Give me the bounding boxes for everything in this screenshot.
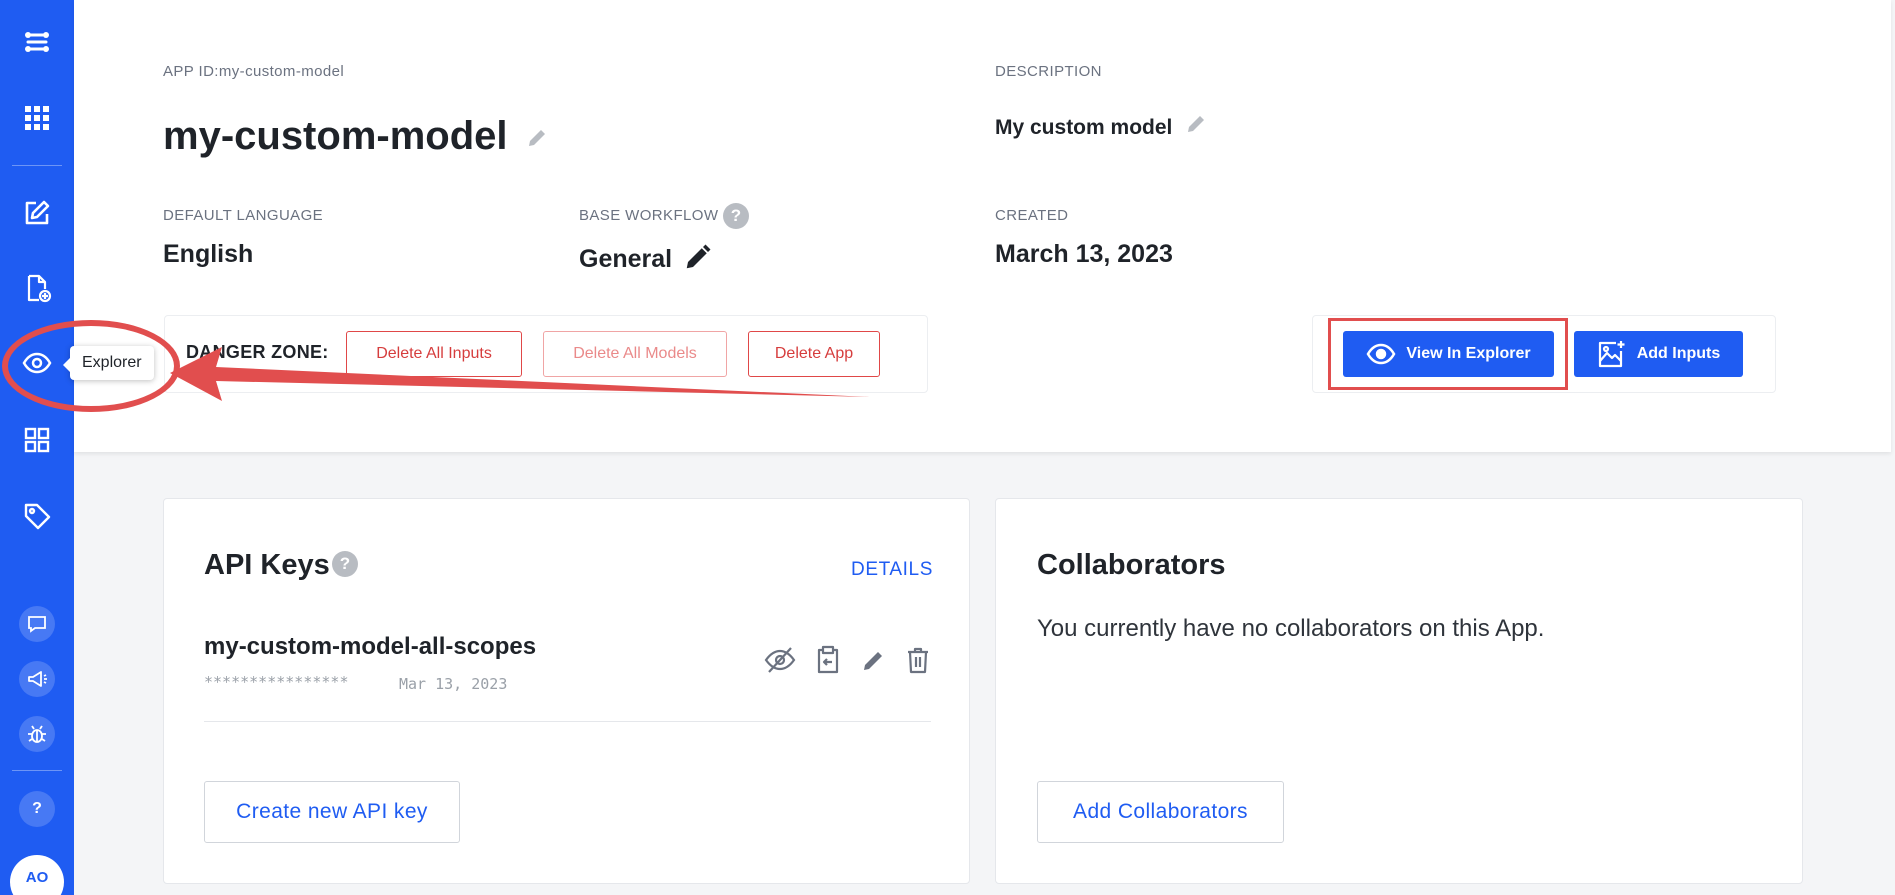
api-key-masked: **************** bbox=[204, 673, 349, 691]
base-workflow-value: General bbox=[579, 242, 713, 274]
default-language-value: English bbox=[163, 240, 254, 268]
explorer-tooltip: Explorer bbox=[63, 346, 154, 380]
question-icon[interactable]: ? bbox=[332, 551, 358, 577]
app-name: my-custom-model bbox=[163, 114, 508, 158]
create-api-key-button[interactable]: Create new API key bbox=[204, 781, 460, 843]
sidebar: ? AO bbox=[0, 0, 74, 895]
annotation-arrow bbox=[170, 347, 870, 401]
new-file-icon[interactable] bbox=[0, 260, 74, 316]
sidebar-divider bbox=[12, 770, 62, 771]
copy-key-icon[interactable] bbox=[812, 644, 844, 676]
base-workflow-text: General bbox=[579, 245, 673, 273]
add-image-icon bbox=[1598, 341, 1625, 368]
add-inputs-button[interactable]: Add Inputs bbox=[1574, 331, 1743, 377]
collaborators-card: Collaborators You currently have no coll… bbox=[995, 498, 1803, 884]
edit-name-icon[interactable] bbox=[525, 126, 549, 150]
collaborators-empty-text: You currently have no collaborators on t… bbox=[1037, 615, 1545, 642]
collaborators-title: Collaborators bbox=[1037, 549, 1226, 581]
description-text: My custom model bbox=[995, 116, 1173, 139]
created-value: March 13, 2023 bbox=[995, 240, 1173, 268]
sidebar-divider bbox=[12, 165, 62, 166]
api-keys-title: API Keys bbox=[204, 549, 330, 581]
help-icon: ? bbox=[32, 800, 42, 817]
hide-key-icon[interactable] bbox=[764, 644, 796, 676]
avatar[interactable]: AO bbox=[10, 855, 64, 895]
megaphone-icon[interactable] bbox=[0, 651, 74, 707]
edit-description-icon[interactable] bbox=[1184, 112, 1208, 136]
base-workflow-label: BASE WORKFLOW bbox=[579, 207, 719, 224]
created-label: CREATED bbox=[995, 207, 1069, 224]
add-collaborators-button[interactable]: Add Collaborators bbox=[1037, 781, 1284, 843]
page-title: my-custom-model bbox=[163, 114, 549, 159]
api-key-name: my-custom-model-all-scopes bbox=[204, 633, 537, 660]
default-language-label: DEFAULT LANGUAGE bbox=[163, 207, 324, 224]
question-icon[interactable]: ? bbox=[723, 203, 749, 229]
edit-workflow-icon[interactable] bbox=[683, 242, 713, 272]
app-id-label: APP ID:my-custom-model bbox=[163, 63, 345, 80]
help-button[interactable]: ? bbox=[0, 781, 74, 837]
tag-icon[interactable] bbox=[0, 488, 74, 544]
description-label: DESCRIPTION bbox=[995, 63, 1102, 80]
edit-icon[interactable] bbox=[0, 185, 74, 241]
api-keys-card: API Keys ? DETAILS my-custom-model-all-s… bbox=[163, 498, 970, 884]
annotation-highlight-box bbox=[1328, 318, 1568, 390]
api-key-date: Mar 13, 2023 bbox=[399, 675, 508, 693]
edit-key-icon[interactable] bbox=[858, 644, 890, 676]
delete-key-icon[interactable] bbox=[902, 644, 934, 676]
add-inputs-label: Add Inputs bbox=[1636, 345, 1721, 362]
key-divider bbox=[204, 721, 931, 722]
description-value: My custom model bbox=[995, 116, 1208, 140]
models-grid-icon[interactable] bbox=[0, 412, 74, 468]
details-link[interactable]: DETAILS bbox=[851, 559, 933, 581]
apps-grid-icon[interactable] bbox=[0, 90, 74, 146]
chat-icon[interactable] bbox=[0, 596, 74, 652]
logo-icon[interactable] bbox=[0, 14, 74, 70]
bug-icon[interactable] bbox=[0, 706, 74, 762]
